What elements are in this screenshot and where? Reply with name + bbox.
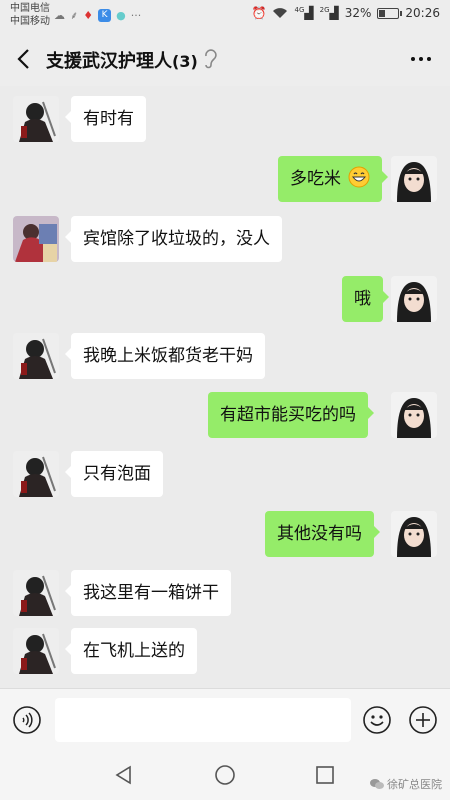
avatar-dark-figure-icon (13, 570, 59, 616)
avatar-dark-figure-icon (13, 96, 59, 142)
network-2: 2G▟ (319, 6, 339, 20)
message-bubble-outgoing[interactable]: 其他没有吗 (265, 511, 380, 557)
more-icon (411, 57, 431, 61)
alarm-icon: ⏰ (251, 6, 267, 20)
my-avatar[interactable] (391, 392, 437, 438)
message-input[interactable] (55, 698, 351, 742)
message-bubble-incoming[interactable]: 只有泡面 (65, 451, 163, 497)
notification-icons: ☁ ⸙ ♦ K ● ··· (54, 8, 141, 23)
message-bubble-incoming[interactable]: 我这里有一箱饼干 (65, 570, 231, 616)
grinning-face-icon (348, 166, 370, 188)
emoji-button[interactable] (362, 705, 392, 735)
dot-icon: ● (116, 9, 126, 22)
chat-area[interactable]: 有时有 多吃米 宾馆除了收垃圾的，没人 哦 我晚上米饭都货老干妈 有超市能买吃的… (0, 86, 450, 688)
map-pin-icon: ♦ (83, 9, 94, 22)
network-1: 4G▟ (294, 6, 314, 20)
avatar[interactable] (13, 451, 59, 497)
avatar-dark-figure-icon (13, 628, 59, 674)
voice-icon (13, 706, 41, 734)
message-bubble-outgoing[interactable]: 多吃米 (278, 156, 389, 202)
circle-home-icon (215, 765, 235, 785)
avatar-girl-icon (391, 511, 437, 557)
group-name: 支援武汉护理人 (46, 51, 172, 72)
nav-back-button[interactable] (113, 764, 135, 786)
more-button[interactable] (406, 44, 436, 74)
avatar[interactable] (13, 96, 59, 142)
nav-home-button[interactable] (214, 764, 236, 786)
watermark-text: 徐矿总医院 (387, 778, 442, 791)
back-button[interactable] (8, 43, 40, 75)
my-avatar[interactable] (391, 156, 437, 202)
message-bubble-incoming[interactable]: 有时有 (65, 96, 146, 142)
avatar-colorful-figure-icon (13, 216, 59, 262)
watermark: 徐矿总医院 (370, 776, 442, 792)
nav-recent-button[interactable] (315, 765, 335, 785)
carrier-2: 中国移动 (10, 16, 50, 27)
avatar[interactable] (13, 628, 59, 674)
avatar-girl-icon (391, 156, 437, 202)
message-bubble-outgoing[interactable]: 有超市能买吃的吗 (208, 392, 374, 438)
app-k-icon: K (98, 9, 112, 22)
input-bar (0, 688, 450, 750)
back-arrow-icon (17, 49, 29, 69)
avatar[interactable] (13, 333, 59, 379)
emoji-icon (363, 706, 391, 734)
wifi-icon (273, 8, 288, 18)
message-bubble-incoming[interactable]: 宾馆除了收垃圾的，没人 (65, 216, 282, 262)
status-right: ⏰ 4G▟ 2G▟ 32% 20:26 (252, 6, 440, 20)
ear-icon (205, 49, 217, 69)
clock: 20:26 (405, 6, 440, 20)
message-text: 多吃米 (290, 169, 341, 189)
wechat-logo-icon (370, 779, 384, 789)
chat-header: 支援武汉护理人(3) (0, 32, 450, 86)
more-dots-icon: ··· (130, 9, 142, 22)
triangle-back-icon (115, 765, 131, 785)
chat-title: 支援武汉护理人(3) (46, 47, 198, 73)
message-bubble-incoming[interactable]: 在飞机上送的 (65, 628, 197, 674)
notification-icon: ⸙ (70, 9, 79, 22)
plus-icon (409, 706, 437, 734)
avatar-dark-figure-icon (13, 333, 59, 379)
battery-icon (377, 7, 403, 19)
voice-button[interactable] (12, 705, 42, 735)
avatar-girl-icon (391, 276, 437, 322)
avatar-girl-icon (391, 392, 437, 438)
cloud-icon: ☁ (54, 9, 65, 22)
carrier-1: 中国电信 (10, 3, 50, 14)
battery-percent: 32% (344, 6, 372, 20)
avatar[interactable] (13, 216, 59, 262)
avatar-dark-figure-icon (13, 451, 59, 497)
member-count: (3) (172, 52, 198, 71)
system-nav-bar: 徐矿总医院 (0, 750, 450, 800)
my-avatar[interactable] (391, 511, 437, 557)
message-bubble-incoming[interactable]: 我晚上米饭都货老干妈 (65, 333, 265, 379)
more-functions-button[interactable] (408, 705, 438, 735)
status-bar: 中国电信 中国移动 ☁ ⸙ ♦ K ● ··· ⏰ 4G▟ 2G▟ 32% 20… (0, 0, 450, 32)
message-bubble-outgoing[interactable]: 哦 (342, 276, 389, 322)
square-recent-icon (316, 766, 334, 784)
carrier-names: 中国电信 中国移动 (10, 2, 50, 28)
my-avatar[interactable] (391, 276, 437, 322)
avatar[interactable] (13, 570, 59, 616)
